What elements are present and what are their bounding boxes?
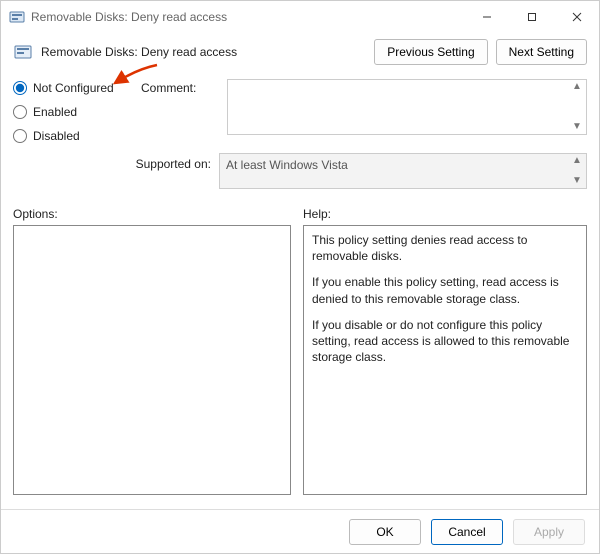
previous-setting-button[interactable]: Previous Setting xyxy=(374,39,487,65)
supported-row: Supported on: At least Windows Vista ▲ ▼ xyxy=(13,153,587,189)
comment-scrollbar[interactable]: ▲ ▼ xyxy=(570,82,584,132)
supported-label: Supported on: xyxy=(13,153,211,189)
options-panel xyxy=(13,225,291,495)
policy-icon xyxy=(9,9,25,25)
radio-enabled-input[interactable] xyxy=(13,105,27,119)
scroll-down-icon: ▼ xyxy=(570,176,584,186)
window-controls xyxy=(464,1,599,33)
nav-buttons: Previous Setting Next Setting xyxy=(374,39,587,65)
supported-value: At least Windows Vista xyxy=(226,158,348,172)
policy-header-icon xyxy=(13,42,33,62)
supported-on-box: At least Windows Vista ▲ ▼ xyxy=(219,153,587,189)
radio-not-configured[interactable]: Not Configured xyxy=(13,81,133,95)
radio-enabled-label: Enabled xyxy=(33,105,77,119)
header-row: Removable Disks: Deny read access Previo… xyxy=(13,39,587,65)
minimize-button[interactable] xyxy=(464,1,509,33)
cancel-button[interactable]: Cancel xyxy=(431,519,503,545)
help-label: Help: xyxy=(303,207,331,221)
maximize-button[interactable] xyxy=(509,1,554,33)
radio-not-configured-input[interactable] xyxy=(13,81,27,95)
next-setting-button[interactable]: Next Setting xyxy=(496,39,587,65)
supported-scrollbar[interactable]: ▲ ▼ xyxy=(570,156,584,186)
close-button[interactable] xyxy=(554,1,599,33)
ok-button[interactable]: OK xyxy=(349,519,421,545)
help-paragraph-1: This policy setting denies read access t… xyxy=(312,232,578,264)
radio-disabled-input[interactable] xyxy=(13,129,27,143)
panels: This policy setting denies read access t… xyxy=(13,225,587,495)
help-panel: This policy setting denies read access t… xyxy=(303,225,587,495)
comment-label: Comment: xyxy=(141,79,219,143)
scroll-up-icon: ▲ xyxy=(570,82,584,92)
apply-button[interactable]: Apply xyxy=(513,519,585,545)
scroll-down-icon: ▼ xyxy=(570,122,584,132)
footer: OK Cancel Apply xyxy=(1,509,599,553)
radio-not-configured-label: Not Configured xyxy=(33,81,114,95)
window-title: Removable Disks: Deny read access xyxy=(31,10,227,24)
content-area: Removable Disks: Deny read access Previo… xyxy=(1,33,599,495)
titlebar: Removable Disks: Deny read access xyxy=(1,1,599,33)
policy-title: Removable Disks: Deny read access xyxy=(41,45,237,59)
radio-disabled[interactable]: Disabled xyxy=(13,129,133,143)
radio-enabled[interactable]: Enabled xyxy=(13,105,133,119)
options-label: Options: xyxy=(13,207,291,221)
radio-disabled-label: Disabled xyxy=(33,129,80,143)
help-paragraph-3: If you disable or do not configure this … xyxy=(312,317,578,366)
lower-labels: Options: Help: xyxy=(13,207,587,221)
comment-textarea[interactable]: ▲ ▼ xyxy=(227,79,587,135)
scroll-up-icon: ▲ xyxy=(570,156,584,166)
state-radio-group: Not Configured Enabled Disabled xyxy=(13,79,133,143)
config-area: Not Configured Enabled Disabled Comment:… xyxy=(13,79,587,143)
help-paragraph-2: If you enable this policy setting, read … xyxy=(312,274,578,306)
